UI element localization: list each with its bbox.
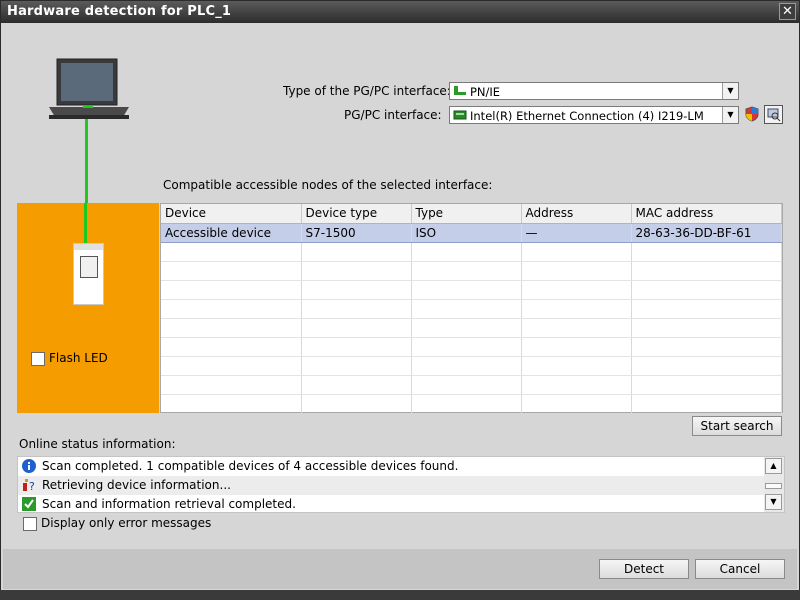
dialog-footer: Detect Cancel <box>3 549 797 589</box>
bottom-edge <box>0 590 800 600</box>
table-row-empty <box>161 299 782 319</box>
close-icon[interactable]: ✕ <box>779 3 796 20</box>
column-header[interactable]: Address <box>521 204 632 224</box>
title-bar: Hardware detection for PLC_1 ✕ <box>1 1 799 23</box>
column-header[interactable]: MAC address <box>631 204 782 224</box>
column-header[interactable]: Device <box>161 204 302 224</box>
table-row-empty <box>161 318 782 338</box>
start-search-button[interactable]: Start search <box>692 416 782 436</box>
status-messages-list: Scan completed. 1 compatible devices of … <box>17 456 785 513</box>
table-row-empty <box>161 394 782 413</box>
scroll-thumb[interactable] <box>765 483 782 489</box>
window-title: Hardware detection for PLC_1 <box>7 4 232 19</box>
chevron-down-icon[interactable]: ▼ <box>722 107 738 123</box>
cancel-button[interactable]: Cancel <box>695 559 785 579</box>
table-row-empty <box>161 356 782 376</box>
checkbox-box[interactable] <box>31 351 45 366</box>
diagnostics-button[interactable] <box>764 105 783 124</box>
list-item: Scan and information retrieval completed… <box>18 495 766 514</box>
list-item: Scan completed. 1 compatible devices of … <box>18 457 766 476</box>
check-icon <box>22 497 36 511</box>
scroll-up-icon[interactable]: ▲ <box>765 458 782 474</box>
error-only-checkbox[interactable]: Display only error messages <box>23 516 211 531</box>
cell-type: ISO <box>411 222 522 243</box>
detect-button[interactable]: Detect <box>599 559 689 579</box>
checkbox-box[interactable] <box>23 516 37 531</box>
list-item: ? Retrieving device information... <box>18 476 766 495</box>
plc-device-icon <box>73 243 104 305</box>
table-row-empty <box>161 337 782 357</box>
detect-label: Detect <box>623 562 664 576</box>
flash-led-checkbox[interactable]: Flash LED <box>31 351 108 366</box>
status-message: Scan and information retrieval completed… <box>42 497 296 511</box>
table-header-row: Device Device type Type Address MAC addr… <box>161 204 782 224</box>
status-message: Scan completed. 1 compatible devices of … <box>42 459 459 473</box>
pgpc-interface-label: PG/PC interface: <box>344 108 442 122</box>
cell-mac-address: 28-63-36-DD-BF-61 <box>631 222 782 243</box>
hardware-detection-dialog: Hardware detection for PLC_1 ✕ Type of t… <box>0 0 800 600</box>
table-row[interactable]: Accessible device S7-1500 ISO — 28-63-36… <box>161 222 782 243</box>
cell-device-type: S7-1500 <box>301 222 412 243</box>
pgpc-interface-value: Intel(R) Ethernet Connection (4) I219-LM <box>470 109 704 123</box>
cancel-label: Cancel <box>719 562 761 576</box>
info-icon <box>22 459 36 473</box>
online-status-label: Online status information: <box>19 437 176 451</box>
error-only-label: Display only error messages <box>41 516 212 530</box>
interface-type-dropdown[interactable]: PN/IE ▼ <box>449 82 739 100</box>
table-row-empty <box>161 261 782 281</box>
column-header[interactable]: Device type <box>301 204 412 224</box>
interface-type-label: Type of the PG/PC interface: <box>283 84 451 98</box>
status-message: Retrieving device information... <box>42 478 231 492</box>
device-panel: Flash LED <box>17 203 159 413</box>
accessible-nodes-table: Device Device type Type Address MAC addr… <box>160 203 783 413</box>
scroll-down-icon[interactable]: ▼ <box>765 494 782 510</box>
table-row-empty <box>161 242 782 262</box>
shield-icon[interactable] <box>743 105 761 123</box>
pgpc-interface-dropdown[interactable]: Intel(R) Ethernet Connection (4) I219-LM… <box>449 106 739 124</box>
ethernet-card-icon <box>453 110 467 120</box>
svg-text:?: ? <box>29 480 35 493</box>
retrieving-icon: ? <box>23 479 35 493</box>
flash-led-label: Flash LED <box>49 351 108 365</box>
chevron-down-icon[interactable]: ▼ <box>722 83 738 99</box>
cell-device: Accessible device <box>161 222 302 243</box>
table-row-empty <box>161 280 782 300</box>
magnifier-icon <box>767 108 781 122</box>
table-row-empty <box>161 375 782 395</box>
network-icon <box>454 86 466 95</box>
dialog-content: Type of the PG/PC interface: PN/IE ▼ PG/… <box>3 23 797 549</box>
start-search-label: Start search <box>700 419 774 433</box>
status-scrollbar[interactable]: ▲ ▼ <box>764 457 784 512</box>
interface-type-value: PN/IE <box>470 85 501 99</box>
compatible-nodes-label: Compatible accessible nodes of the selec… <box>163 178 493 192</box>
connection-line <box>84 203 87 243</box>
column-header[interactable]: Type <box>411 204 522 224</box>
cell-address: — <box>521 222 632 243</box>
pgpc-laptop-icon <box>49 58 129 119</box>
